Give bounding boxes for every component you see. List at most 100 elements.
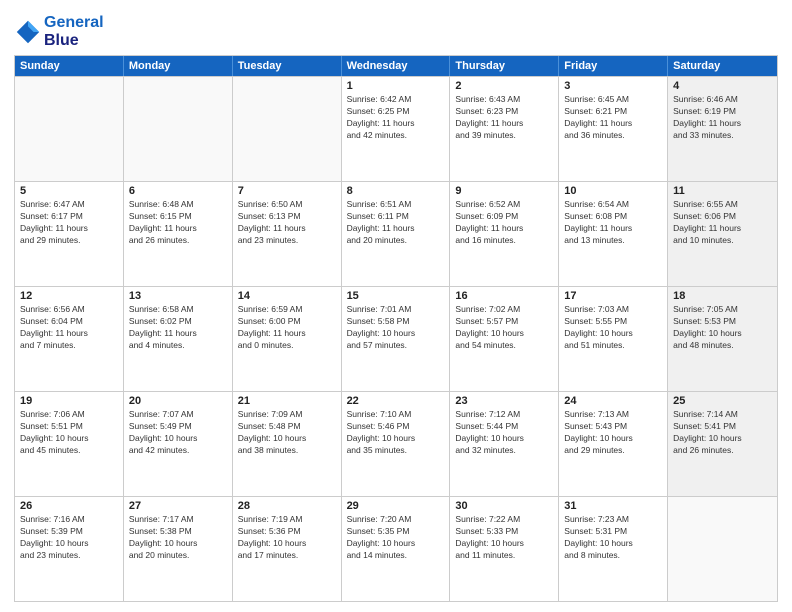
- cell-info-line: Sunset: 5:44 PM: [455, 421, 553, 433]
- calendar-row: 26Sunrise: 7:16 AMSunset: 5:39 PMDayligh…: [15, 496, 777, 601]
- cell-info-line: Sunrise: 7:07 AM: [129, 409, 227, 421]
- cell-info-line: Daylight: 10 hours: [673, 433, 772, 445]
- cell-info-line: Sunset: 5:43 PM: [564, 421, 662, 433]
- calendar-cell: 29Sunrise: 7:20 AMSunset: 5:35 PMDayligh…: [342, 497, 451, 601]
- cell-info-line: Daylight: 10 hours: [238, 538, 336, 550]
- cell-info-line: Daylight: 10 hours: [20, 538, 118, 550]
- cell-info-line: Sunrise: 7:01 AM: [347, 304, 445, 316]
- cell-info-line: Sunrise: 7:03 AM: [564, 304, 662, 316]
- weekday-header: Saturday: [668, 56, 777, 76]
- calendar-row: 19Sunrise: 7:06 AMSunset: 5:51 PMDayligh…: [15, 391, 777, 496]
- cell-info-line: and 14 minutes.: [347, 550, 445, 562]
- day-number: 3: [564, 80, 662, 92]
- cell-info-line: Daylight: 11 hours: [129, 328, 227, 340]
- cell-info-line: Sunset: 6:08 PM: [564, 211, 662, 223]
- cell-info-line: Sunrise: 7:12 AM: [455, 409, 553, 421]
- calendar-cell: [124, 77, 233, 181]
- day-number: 6: [129, 185, 227, 197]
- cell-info-line: Sunset: 6:17 PM: [20, 211, 118, 223]
- cell-info-line: and 7 minutes.: [20, 340, 118, 352]
- cell-info-line: Sunset: 6:21 PM: [564, 106, 662, 118]
- day-number: 11: [673, 185, 772, 197]
- day-number: 22: [347, 395, 445, 407]
- cell-info-line: Daylight: 11 hours: [347, 223, 445, 235]
- cell-info-line: and 16 minutes.: [455, 235, 553, 247]
- cell-info-line: and 42 minutes.: [129, 445, 227, 457]
- calendar-cell: 26Sunrise: 7:16 AMSunset: 5:39 PMDayligh…: [15, 497, 124, 601]
- cell-info-line: Sunrise: 6:54 AM: [564, 199, 662, 211]
- cell-info-line: Sunrise: 6:51 AM: [347, 199, 445, 211]
- day-number: 20: [129, 395, 227, 407]
- weekday-header: Wednesday: [342, 56, 451, 76]
- day-number: 27: [129, 500, 227, 512]
- cell-info-line: Sunset: 5:35 PM: [347, 526, 445, 538]
- cell-info-line: Sunset: 5:51 PM: [20, 421, 118, 433]
- cell-info-line: Daylight: 11 hours: [238, 223, 336, 235]
- day-number: 10: [564, 185, 662, 197]
- calendar-cell: 18Sunrise: 7:05 AMSunset: 5:53 PMDayligh…: [668, 287, 777, 391]
- cell-info-line: Daylight: 10 hours: [238, 433, 336, 445]
- day-number: 25: [673, 395, 772, 407]
- cell-info-line: and 33 minutes.: [673, 130, 772, 142]
- cell-info-line: Sunset: 6:09 PM: [455, 211, 553, 223]
- cell-info-line: and 36 minutes.: [564, 130, 662, 142]
- cell-info-line: Sunrise: 6:58 AM: [129, 304, 227, 316]
- calendar-cell: 8 Sunrise: 6:51 AMSunset: 6:11 PMDaylight…: [342, 182, 451, 286]
- cell-info-line: Daylight: 11 hours: [347, 118, 445, 130]
- cell-info-line: Sunset: 6:11 PM: [347, 211, 445, 223]
- cell-info-line: Daylight: 11 hours: [564, 223, 662, 235]
- cell-info-line: Sunrise: 6:47 AM: [20, 199, 118, 211]
- cell-info-line: and 35 minutes.: [347, 445, 445, 457]
- calendar-cell: [15, 77, 124, 181]
- cell-info-line: Daylight: 11 hours: [129, 223, 227, 235]
- calendar-cell: 24Sunrise: 7:13 AMSunset: 5:43 PMDayligh…: [559, 392, 668, 496]
- day-number: 14: [238, 290, 336, 302]
- cell-info-line: Sunrise: 6:59 AM: [238, 304, 336, 316]
- cell-info-line: Sunset: 5:38 PM: [129, 526, 227, 538]
- calendar-cell: 9Sunrise: 6:52 AMSunset: 6:09 PMDaylight…: [450, 182, 559, 286]
- day-number: 28: [238, 500, 336, 512]
- day-number: 8: [347, 185, 445, 197]
- day-number: 23: [455, 395, 553, 407]
- weekday-header: Monday: [124, 56, 233, 76]
- cell-info-line: Sunrise: 7:14 AM: [673, 409, 772, 421]
- cell-info-line: Daylight: 10 hours: [673, 328, 772, 340]
- cell-info-line: Sunrise: 7:17 AM: [129, 514, 227, 526]
- weekday-header: Thursday: [450, 56, 559, 76]
- calendar-cell: 12Sunrise: 6:56 AMSunset: 6:04 PMDayligh…: [15, 287, 124, 391]
- day-number: 24: [564, 395, 662, 407]
- calendar-header: SundayMondayTuesdayWednesdayThursdayFrid…: [15, 56, 777, 76]
- cell-info-line: Daylight: 10 hours: [20, 433, 118, 445]
- day-number: 13: [129, 290, 227, 302]
- cell-info-line: Daylight: 10 hours: [347, 538, 445, 550]
- cell-info-line: and 54 minutes.: [455, 340, 553, 352]
- calendar-cell: 20Sunrise: 7:07 AMSunset: 5:49 PMDayligh…: [124, 392, 233, 496]
- cell-info-line: and 8 minutes.: [564, 550, 662, 562]
- logo: General Blue: [14, 14, 104, 49]
- cell-info-line: Daylight: 11 hours: [20, 223, 118, 235]
- cell-info-line: Sunrise: 6:52 AM: [455, 199, 553, 211]
- cell-info-line: and 0 minutes.: [238, 340, 336, 352]
- logo-icon: [14, 18, 42, 46]
- page: General Blue SundayMondayTuesdayWednesda…: [0, 0, 792, 612]
- cell-info-line: Sunset: 5:48 PM: [238, 421, 336, 433]
- cell-info-line: and 10 minutes.: [673, 235, 772, 247]
- cell-info-line: Sunset: 5:31 PM: [564, 526, 662, 538]
- day-number: 18: [673, 290, 772, 302]
- header: General Blue: [14, 10, 778, 49]
- cell-info-line: and 38 minutes.: [238, 445, 336, 457]
- cell-info-line: Sunrise: 6:56 AM: [20, 304, 118, 316]
- calendar-cell: 21Sunrise: 7:09 AMSunset: 5:48 PMDayligh…: [233, 392, 342, 496]
- calendar-cell: 30Sunrise: 7:22 AMSunset: 5:33 PMDayligh…: [450, 497, 559, 601]
- calendar-cell: [233, 77, 342, 181]
- day-number: 7: [238, 185, 336, 197]
- cell-info-line: and 26 minutes.: [129, 235, 227, 247]
- cell-info-line: Sunset: 6:25 PM: [347, 106, 445, 118]
- cell-info-line: and 11 minutes.: [455, 550, 553, 562]
- cell-info-line: Sunset: 5:39 PM: [20, 526, 118, 538]
- cell-info-line: Sunrise: 7:02 AM: [455, 304, 553, 316]
- calendar-cell: [668, 497, 777, 601]
- calendar-row: 12Sunrise: 6:56 AMSunset: 6:04 PMDayligh…: [15, 286, 777, 391]
- cell-info-line: Sunrise: 6:55 AM: [673, 199, 772, 211]
- cell-info-line: and 57 minutes.: [347, 340, 445, 352]
